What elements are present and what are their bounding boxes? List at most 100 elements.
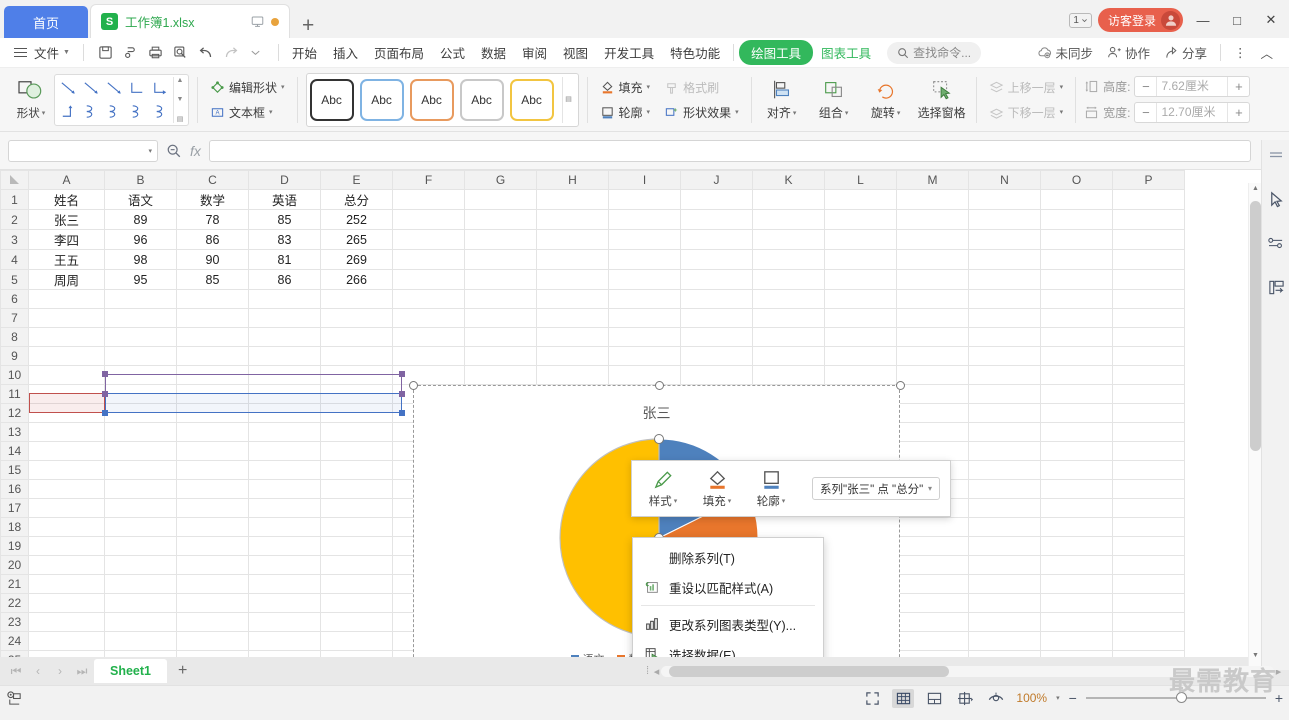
cell-G7[interactable] bbox=[464, 308, 537, 328]
chart-mini-toolbar[interactable]: 样式 ▾ 填充 ▾ 轮廓 ▾ 系列"张三" 点 "总分" ▾ bbox=[631, 460, 951, 517]
cell-A8[interactable] bbox=[28, 327, 105, 347]
column-header-N[interactable]: N bbox=[968, 170, 1041, 190]
cell-P6[interactable] bbox=[1112, 289, 1185, 309]
cell-O18[interactable] bbox=[1040, 517, 1113, 537]
scroll-up-icon[interactable]: ▲ bbox=[174, 77, 186, 84]
cell-J10[interactable] bbox=[680, 365, 753, 385]
cell-C19[interactable] bbox=[176, 536, 249, 556]
cell-E15[interactable] bbox=[320, 460, 393, 480]
cell-A13[interactable] bbox=[28, 422, 105, 442]
new-tab-button[interactable]: + bbox=[302, 15, 314, 36]
tab-yemianbuju[interactable]: 页面布局 bbox=[366, 39, 432, 66]
cell-A7[interactable] bbox=[28, 308, 105, 328]
cell-C25[interactable] bbox=[176, 650, 249, 657]
cell-P14[interactable] bbox=[1112, 441, 1185, 461]
align-button[interactable]: 对齐 ▾ bbox=[760, 78, 804, 121]
save-icon[interactable] bbox=[95, 42, 117, 64]
cell-B10[interactable] bbox=[104, 365, 177, 385]
cell-M21[interactable] bbox=[896, 574, 969, 594]
fill-button[interactable]: 填充 ▾ bbox=[696, 468, 738, 509]
cell-I3[interactable] bbox=[608, 229, 681, 250]
cell-B19[interactable] bbox=[104, 536, 177, 556]
tab-kaifagongju[interactable]: 开发工具 bbox=[596, 39, 662, 66]
cell-H4[interactable] bbox=[536, 249, 609, 270]
cell-I8[interactable] bbox=[608, 327, 681, 347]
cell-B6[interactable] bbox=[104, 289, 177, 309]
cell-L3[interactable] bbox=[824, 229, 897, 250]
last-sheet-button[interactable]: ⏭ bbox=[72, 664, 92, 679]
cell-G4[interactable] bbox=[464, 249, 537, 270]
cell-C15[interactable] bbox=[176, 460, 249, 480]
cell-M7[interactable] bbox=[896, 308, 969, 328]
column-header-I[interactable]: I bbox=[608, 170, 681, 190]
cell-F8[interactable] bbox=[392, 327, 465, 347]
cell-A16[interactable] bbox=[28, 479, 105, 499]
row-header-2[interactable]: 2 bbox=[0, 209, 29, 230]
cell-O12[interactable] bbox=[1040, 403, 1113, 423]
cell-O11[interactable] bbox=[1040, 384, 1113, 404]
guest-login-button[interactable]: 访客登录 bbox=[1097, 8, 1183, 32]
shape-gallery-scrollbar[interactable]: ▲ ▼ ▤ bbox=[173, 76, 186, 123]
cell-E14[interactable] bbox=[320, 441, 393, 461]
undo-icon[interactable] bbox=[195, 42, 217, 64]
monitor-icon[interactable] bbox=[251, 15, 264, 28]
cell-P17[interactable] bbox=[1112, 498, 1185, 518]
command-search[interactable]: 查找命令... bbox=[887, 41, 982, 64]
shape-curve-2[interactable] bbox=[103, 100, 125, 122]
cell-I4[interactable] bbox=[608, 249, 681, 270]
cell-B16[interactable] bbox=[104, 479, 177, 499]
row-header-10[interactable]: 10 bbox=[0, 365, 29, 385]
chart-resize-handle-n[interactable] bbox=[655, 381, 664, 390]
cell-A14[interactable] bbox=[28, 441, 105, 461]
cell-N8[interactable] bbox=[968, 327, 1041, 347]
shape-gallery[interactable]: ▲ ▼ ▤ bbox=[54, 73, 189, 126]
cell-B15[interactable] bbox=[104, 460, 177, 480]
file-menu[interactable]: 文件 ▼ bbox=[6, 39, 78, 66]
cell-E1[interactable]: 总分 bbox=[320, 189, 393, 210]
cell-B18[interactable] bbox=[104, 517, 177, 537]
cell-O25[interactable] bbox=[1040, 650, 1113, 657]
outline-button[interactable]: 轮廓 ▾ bbox=[596, 102, 655, 123]
cell-C5[interactable]: 85 bbox=[176, 269, 249, 290]
range-handle[interactable] bbox=[102, 410, 108, 416]
name-box[interactable]: ▾ bbox=[8, 139, 158, 162]
shape-style-3[interactable]: Abc bbox=[409, 78, 454, 121]
shape-style-2[interactable]: Abc bbox=[359, 78, 404, 121]
cell-M8[interactable] bbox=[896, 327, 969, 347]
row-header-22[interactable]: 22 bbox=[0, 593, 29, 613]
cell-A3[interactable]: 李四 bbox=[28, 229, 105, 250]
cell-O17[interactable] bbox=[1040, 498, 1113, 518]
first-sheet-button[interactable]: ⏮ bbox=[6, 664, 26, 679]
cell-C13[interactable] bbox=[176, 422, 249, 442]
cell-M14[interactable] bbox=[896, 441, 969, 461]
cell-H8[interactable] bbox=[536, 327, 609, 347]
window-count-badge[interactable]: 1 bbox=[1069, 12, 1092, 28]
collapse-ribbon-button[interactable]: ︿ bbox=[1254, 43, 1279, 62]
column-header-K[interactable]: K bbox=[752, 170, 825, 190]
row-header-21[interactable]: 21 bbox=[0, 574, 29, 594]
cell-J9[interactable] bbox=[680, 346, 753, 366]
cell-E22[interactable] bbox=[320, 593, 393, 613]
cell-P5[interactable] bbox=[1112, 269, 1185, 290]
cell-N5[interactable] bbox=[968, 269, 1041, 290]
cell-E23[interactable] bbox=[320, 612, 393, 632]
cell-D18[interactable] bbox=[248, 517, 321, 537]
formula-input[interactable] bbox=[208, 139, 1251, 162]
row-header-25[interactable]: 25 bbox=[0, 650, 29, 657]
tab-drawing-tools[interactable]: 绘图工具 bbox=[739, 40, 814, 65]
height-decrease-button[interactable]: − bbox=[1135, 77, 1156, 96]
cell-J4[interactable] bbox=[680, 249, 753, 270]
cell-I9[interactable] bbox=[608, 346, 681, 366]
zoom-slider-knob[interactable] bbox=[1175, 692, 1187, 704]
text-box-button[interactable]: A 文本框 ▾ bbox=[206, 102, 289, 123]
cell-M11[interactable] bbox=[896, 384, 969, 404]
row-header-12[interactable]: 12 bbox=[0, 403, 29, 423]
cell-M18[interactable] bbox=[896, 517, 969, 537]
row-header-11[interactable]: 11 bbox=[0, 384, 29, 404]
row-header-8[interactable]: 8 bbox=[0, 327, 29, 347]
cell-G8[interactable] bbox=[464, 327, 537, 347]
zoom-in-button[interactable]: + bbox=[1275, 690, 1283, 706]
column-header-P[interactable]: P bbox=[1112, 170, 1185, 190]
shape-curve-1[interactable] bbox=[80, 100, 102, 122]
cell-O9[interactable] bbox=[1040, 346, 1113, 366]
